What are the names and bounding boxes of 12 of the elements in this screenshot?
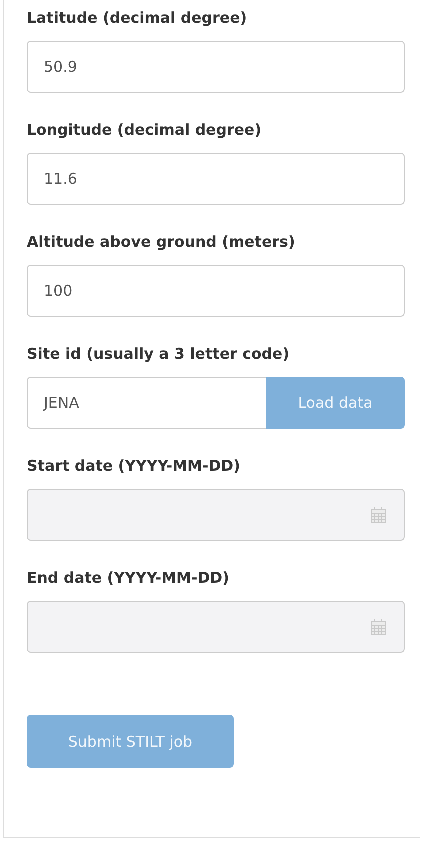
- field-label: Site id (usually a 3 letter code): [27, 344, 291, 365]
- field-label: Start date (YYYY-MM-DD): [27, 456, 242, 477]
- field-label: End date (YYYY-MM-DD): [27, 568, 230, 589]
- input-field[interactable]: 50.9: [27, 41, 405, 93]
- input-field[interactable]: 100: [27, 265, 405, 317]
- field-label: Altitude above ground (meters): [27, 232, 296, 253]
- field-label: Longitude (decimal degree): [27, 120, 263, 141]
- field-label: Latitude (decimal degree): [27, 8, 248, 29]
- calendar-icon: [370, 618, 387, 636]
- input-field[interactable]: JENA: [27, 377, 266, 429]
- calendar-icon: [370, 506, 387, 524]
- input-field[interactable]: 11.6: [27, 153, 405, 205]
